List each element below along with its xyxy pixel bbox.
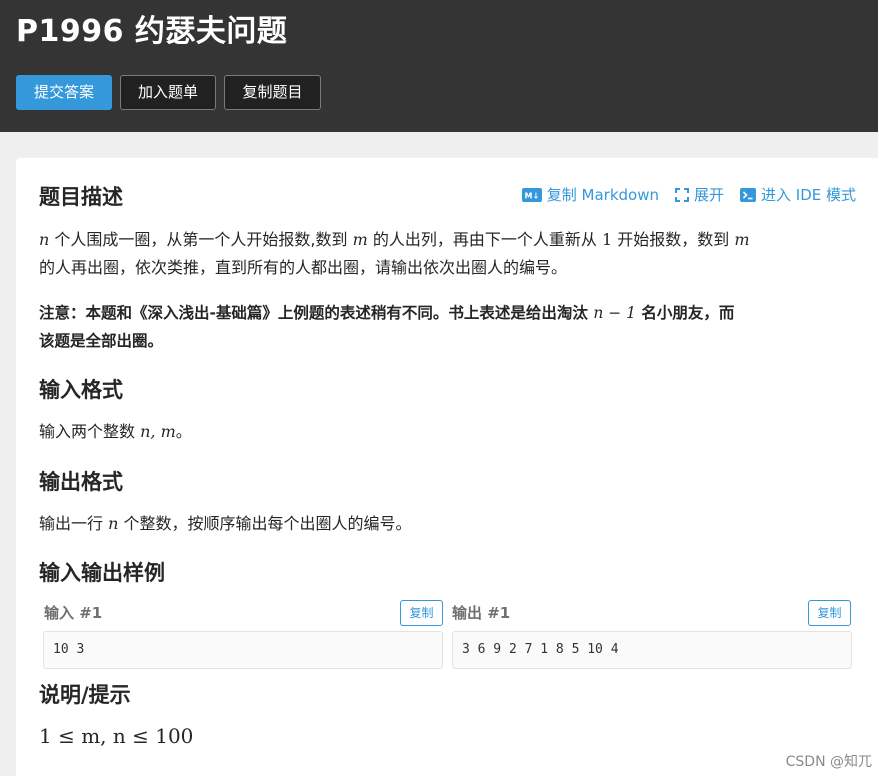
output-format-heading: 输出格式 bbox=[39, 470, 123, 494]
math-n-minus-1: n − 1 bbox=[593, 304, 637, 322]
description-heading: 题目描述 bbox=[39, 185, 123, 209]
copy-output-button[interactable]: 复制 bbox=[808, 600, 851, 626]
output-format-text: 输出一行 n 个整数，按顺序输出每个出圈人的编号。 bbox=[39, 510, 412, 538]
math-n: n bbox=[39, 230, 50, 249]
terminal-icon bbox=[740, 187, 756, 202]
expand-link[interactable]: 展开 bbox=[674, 184, 724, 205]
sample-output-label: 输出 #1 bbox=[452, 604, 511, 622]
watermark: CSDN @知兀 bbox=[785, 754, 872, 770]
samples-heading: 输入输出样例 bbox=[39, 561, 165, 585]
text-span: 的人再出圈，依次类推，直到所有的人都出圈，请输出依次出圈人的编号。 bbox=[39, 258, 568, 277]
text-span: 个整数，按顺序输出每个出圈人的编号。 bbox=[118, 514, 412, 533]
math-m: m bbox=[352, 230, 368, 249]
text-span: 输出一行 bbox=[39, 514, 109, 533]
copy-markdown-link[interactable]: M↓ 复制 Markdown bbox=[521, 184, 659, 205]
description-paragraph: n 个人围成一圈，从第一个人开始报数,数到 m 的人出列，再由下一个人重新从 1… bbox=[39, 226, 849, 282]
ide-mode-link[interactable]: 进入 IDE 模式 bbox=[740, 184, 856, 205]
expand-label: 展开 bbox=[693, 186, 724, 204]
copy-problem-button[interactable]: 复制题目 bbox=[224, 75, 321, 110]
add-to-list-button[interactable]: 加入题单 bbox=[120, 75, 216, 110]
page-title: P1996 约瑟夫问题 bbox=[16, 14, 288, 49]
sample-input-box[interactable]: 10 3 bbox=[43, 631, 443, 669]
note-paragraph: 注意：本题和《深入浅出-基础篇》上例题的表述稍有不同。书上表述是给出淘汰 n −… bbox=[39, 299, 854, 355]
text-span: 该题是全部出圈。 bbox=[39, 332, 164, 350]
text-span: 。 bbox=[175, 422, 192, 441]
hint-heading: 说明/提示 bbox=[39, 683, 131, 707]
input-format-heading: 输入格式 bbox=[39, 378, 123, 402]
text-span: 输入两个整数 bbox=[39, 422, 141, 441]
math-one: 1 bbox=[601, 230, 613, 249]
math-m: m bbox=[734, 230, 750, 249]
text-span: 开始报数，数到 bbox=[612, 230, 735, 249]
text-span: 个人围成一圈，从第一个人开始报数,数到 bbox=[49, 230, 353, 249]
input-format-text: 输入两个整数 n, m。 bbox=[39, 418, 192, 446]
submit-answer-button[interactable]: 提交答案 bbox=[16, 75, 112, 110]
math-n-m: n, m bbox=[140, 422, 176, 441]
text-span: 名小朋友，而 bbox=[636, 304, 735, 322]
math-constraint: 1 ≤ m, n ≤ 100 bbox=[39, 724, 194, 748]
sample-output-box[interactable]: 3 6 9 2 7 1 8 5 10 4 bbox=[452, 631, 852, 669]
ide-mode-label: 进入 IDE 模式 bbox=[761, 186, 856, 204]
problem-toolbar: M↓ 复制 Markdown 展开 进入 IDE 模式 bbox=[521, 184, 856, 205]
copy-input-button[interactable]: 复制 bbox=[400, 600, 443, 626]
sample-input-label: 输入 #1 bbox=[44, 604, 103, 622]
hint-text: 1 ≤ m, n ≤ 100 bbox=[39, 722, 193, 750]
text-span: 注意：本题和《深入浅出-基础篇》上例题的表述稍有不同。书上表述是给出淘汰 bbox=[39, 304, 594, 322]
problem-header: P1996 约瑟夫问题 提交答案 加入题单 复制题目 bbox=[0, 0, 878, 132]
text-span: 的人出列，再由下一个人重新从 bbox=[367, 230, 602, 249]
math-n: n bbox=[108, 514, 119, 533]
copy-markdown-label: 复制 Markdown bbox=[546, 186, 659, 204]
markdown-icon: M↓ bbox=[521, 187, 542, 202]
expand-icon bbox=[674, 187, 689, 202]
svg-text:M↓: M↓ bbox=[524, 191, 539, 200]
